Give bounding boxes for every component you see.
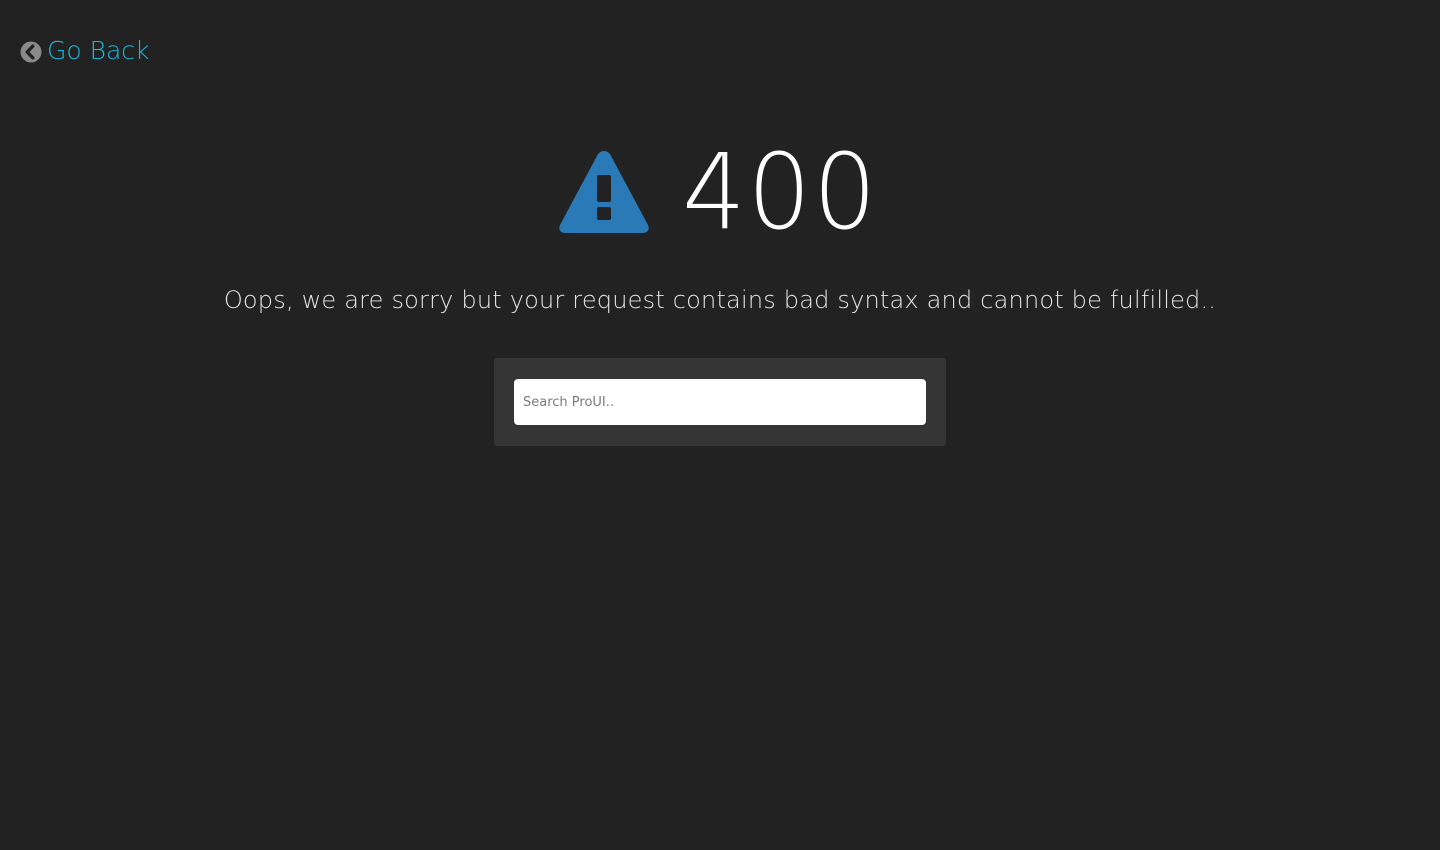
go-back-label: Go Back xyxy=(47,36,150,65)
search-input[interactable] xyxy=(514,379,926,425)
search-panel xyxy=(494,358,946,446)
chevron-circle-left-icon xyxy=(20,40,42,62)
error-heading: 400 xyxy=(0,140,1440,244)
go-back-link[interactable]: Go Back xyxy=(20,36,150,65)
error-code: 400 xyxy=(681,131,879,253)
warning-triangle-icon xyxy=(556,147,652,237)
error-message: Oops, we are sorry but your request cont… xyxy=(223,286,1217,314)
